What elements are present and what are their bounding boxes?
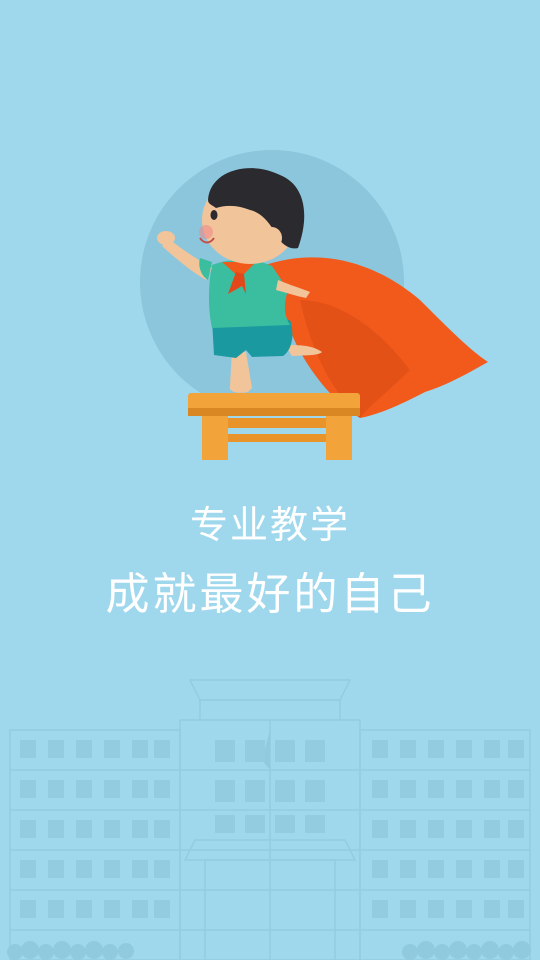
school-building-illustration: [7, 679, 531, 960]
slogan-line-2: 成就最好的自己: [105, 569, 435, 620]
slogan-line-1: 专业教学: [189, 503, 350, 547]
superhero-kid-illustration: [140, 150, 488, 460]
splash-screen: 专业教学 成就最好的自己: [0, 0, 540, 960]
